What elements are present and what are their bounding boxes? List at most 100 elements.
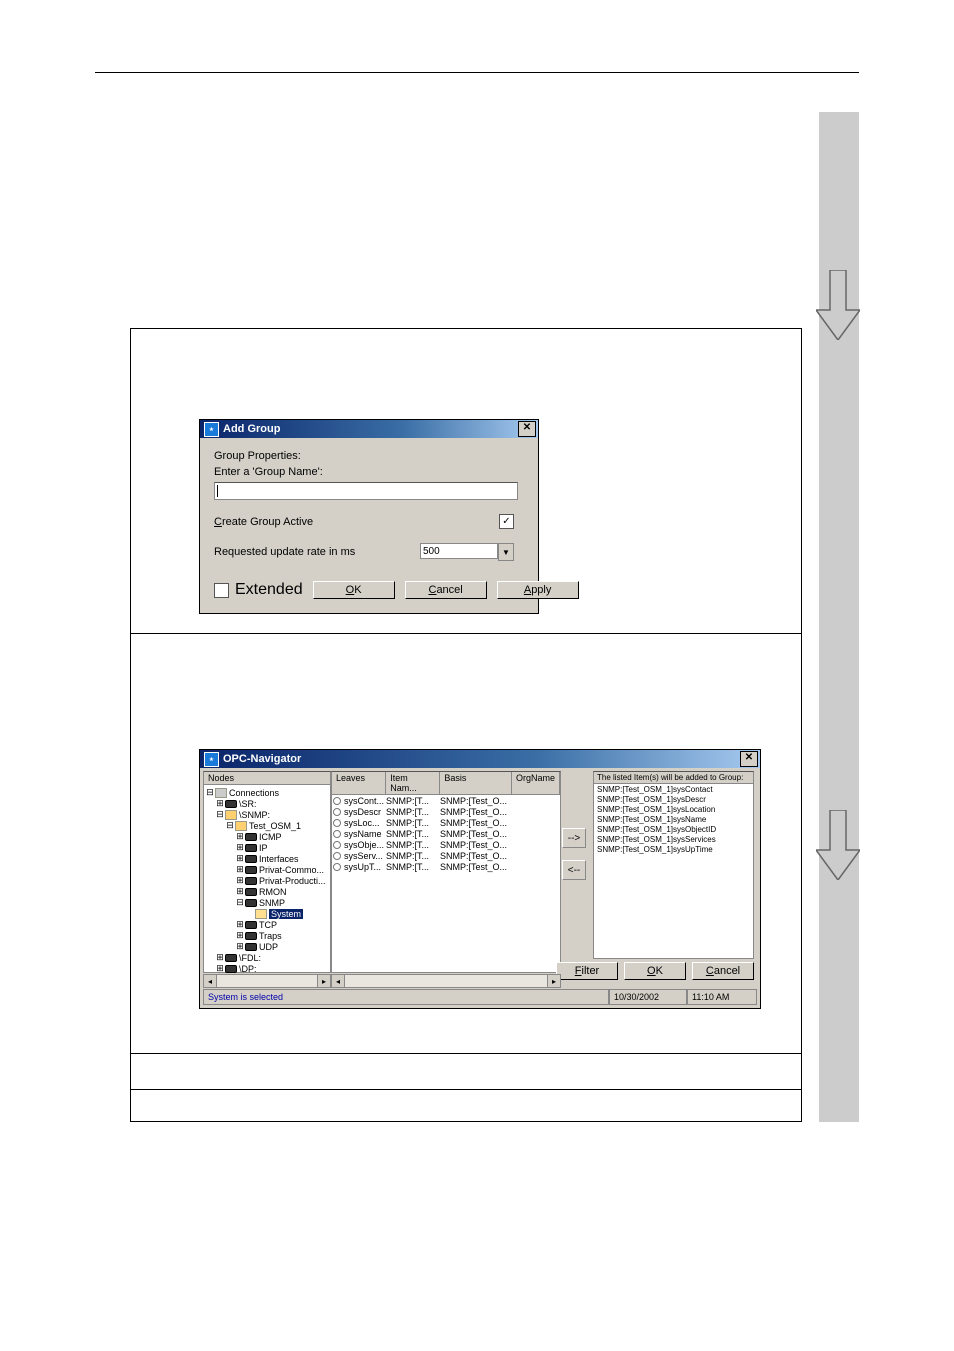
bino-icon [245, 888, 257, 896]
arrow-down-icon [816, 810, 860, 880]
list-row[interactable]: sysUpT...SNMP:[T...SNMP:[Test_O... [332, 861, 560, 872]
bino-icon [225, 800, 237, 808]
tree-node[interactable]: ⊟\SNMP: [206, 809, 328, 820]
bino-icon [245, 833, 257, 841]
tree-node[interactable]: ⊞Interfaces [206, 853, 328, 864]
app-icon: ⋆ [204, 752, 219, 767]
selected-item[interactable]: SNMP:[Test_OSM_1]sysServices [597, 835, 750, 845]
bino-icon [245, 844, 257, 852]
status-date: 10/30/2002 [609, 989, 687, 1005]
col-item[interactable]: Item Nam... [386, 772, 440, 794]
col-org[interactable]: OrgName [512, 772, 560, 794]
list-row[interactable]: sysCont...SNMP:[T...SNMP:[Test_O... [332, 795, 560, 806]
scroll-right-button[interactable]: ▸ [317, 975, 330, 987]
ok-button[interactable]: OK [624, 962, 686, 980]
rate-dropdown-button[interactable]: ▼ [498, 543, 514, 561]
selected-item[interactable]: SNMP:[Test_OSM_1]sysName [597, 815, 750, 825]
list-row[interactable]: sysLoc...SNMP:[T...SNMP:[Test_O... [332, 817, 560, 828]
status-time: 11:10 AM [687, 989, 757, 1005]
tree-node[interactable]: System [206, 908, 328, 919]
dialog-title: Add Group [223, 423, 280, 435]
tree-node[interactable]: ⊞Traps [206, 930, 328, 941]
folder-open-icon [225, 810, 237, 820]
bino-icon [245, 855, 257, 863]
group-properties-label: Group Properties: [214, 450, 524, 462]
selected-item[interactable]: SNMP:[Test_OSM_1]sysDescr [597, 795, 750, 805]
list-scrollbar[interactable]: ◂ ▸ [331, 974, 561, 988]
selected-item[interactable]: SNMP:[Test_OSM_1]sysLocation [597, 805, 750, 815]
tree-node[interactable]: ⊞UDP [206, 941, 328, 952]
tree-node[interactable]: ⊞TCP [206, 919, 328, 930]
tree-node[interactable]: ⊞IP [206, 842, 328, 853]
selected-item[interactable]: SNMP:[Test_OSM_1]sysUpTime [597, 845, 750, 855]
selected-items-panel[interactable]: The listed Item(s) will be added to Grou… [593, 771, 754, 959]
tree-node[interactable]: ⊟Connections [206, 787, 328, 798]
bino-icon [225, 965, 237, 973]
selected-items-header: The listed Item(s) will be added to Grou… [594, 772, 753, 784]
list-row[interactable]: sysDescrSNMP:[T...SNMP:[Test_O... [332, 806, 560, 817]
bino-icon [245, 899, 257, 907]
arrow-down-icon [816, 270, 860, 340]
titlebar[interactable]: ⋆ OPC-Navigator ✕ [200, 750, 760, 768]
selected-item[interactable]: SNMP:[Test_OSM_1]sysObjectID [597, 825, 750, 835]
move-right-button[interactable]: --> [562, 828, 586, 848]
create-active-label: Create Group Active [214, 516, 313, 528]
folder-open-icon [235, 821, 247, 831]
app-icon: ⋆ [204, 422, 219, 437]
computer-icon [215, 788, 227, 798]
close-button[interactable]: ✕ [518, 421, 536, 437]
transfer-buttons: --> <-- [562, 828, 586, 880]
apply-button[interactable]: Apply [497, 581, 579, 599]
group-name-input[interactable] [214, 482, 518, 500]
tree-scrollbar[interactable]: ◂ ▸ [203, 974, 331, 988]
bino-icon [245, 866, 257, 874]
ok-button[interactable]: OK [313, 581, 395, 599]
tree-node[interactable]: ⊞\FDL: [206, 952, 328, 963]
move-left-button[interactable]: <-- [562, 860, 586, 880]
tree-panel[interactable]: Nodes ⊟Connections⊞\SR:⊟\SNMP:⊟Test_OSM_… [203, 771, 331, 973]
selected-item[interactable]: SNMP:[Test_OSM_1]sysContact [597, 785, 750, 795]
scroll-left-button[interactable]: ◂ [332, 975, 345, 987]
page: ⋆ Add Group ✕ Group Properties: Enter a … [0, 0, 954, 1351]
scroll-right-button[interactable]: ▸ [547, 975, 560, 987]
create-active-checkbox[interactable]: ✓ [499, 514, 514, 529]
status-bar: System is selected 10/30/2002 11:10 AM [203, 989, 757, 1005]
col-leaves[interactable]: Leaves [332, 772, 386, 794]
update-rate-input[interactable] [420, 543, 498, 559]
tree-node[interactable]: ⊞\SR: [206, 798, 328, 809]
window-title: OPC-Navigator [223, 753, 301, 765]
cancel-button[interactable]: Cancel [692, 962, 754, 980]
header-rule [95, 72, 859, 73]
folder-sel-icon [255, 909, 267, 919]
bino-icon [245, 921, 257, 929]
bino-icon [245, 932, 257, 940]
list-row[interactable]: sysServ...SNMP:[T...SNMP:[Test_O... [332, 850, 560, 861]
opc-navigator-window: ⋆ OPC-Navigator ✕ Nodes ⊟Connections⊞\SR… [199, 749, 761, 1009]
add-group-dialog: ⋆ Add Group ✕ Group Properties: Enter a … [199, 419, 539, 614]
list-row[interactable]: sysObje...SNMP:[T...SNMP:[Test_O... [332, 839, 560, 850]
extended-label: Extended [235, 581, 303, 599]
col-basis[interactable]: Basis [440, 772, 512, 794]
leaves-panel[interactable]: Leaves Item Nam... Basis OrgName sysCont… [331, 771, 561, 973]
close-button[interactable]: ✕ [740, 751, 758, 767]
tree-node[interactable]: ⊟SNMP [206, 897, 328, 908]
cancel-button[interactable]: Cancel [405, 581, 487, 599]
bino-icon [245, 943, 257, 951]
tree-node[interactable]: ⊟Test_OSM_1 [206, 820, 328, 831]
update-rate-label: Requested update rate in ms [214, 546, 355, 558]
list-row[interactable]: sysNameSNMP:[T...SNMP:[Test_O... [332, 828, 560, 839]
tree-node[interactable]: ⊞Privat-Commo... [206, 864, 328, 875]
filter-button[interactable]: Filter [556, 962, 618, 980]
sidebar-shade [819, 112, 859, 1122]
scroll-left-button[interactable]: ◂ [204, 975, 217, 987]
group-name-label: Enter a 'Group Name': [214, 466, 524, 478]
tree-node[interactable]: ⊞ICMP [206, 831, 328, 842]
update-rate-spinner[interactable]: ▼ [420, 543, 514, 561]
tree-node[interactable]: ⊞\DP: [206, 963, 328, 974]
status-text: System is selected [203, 989, 609, 1005]
titlebar[interactable]: ⋆ Add Group ✕ [200, 420, 538, 438]
extended-checkbox[interactable] [214, 583, 229, 598]
tree-node[interactable]: ⊞RMON [206, 886, 328, 897]
tree-node[interactable]: ⊞Privat-Producti... [206, 875, 328, 886]
tree-header: Nodes [204, 772, 330, 785]
